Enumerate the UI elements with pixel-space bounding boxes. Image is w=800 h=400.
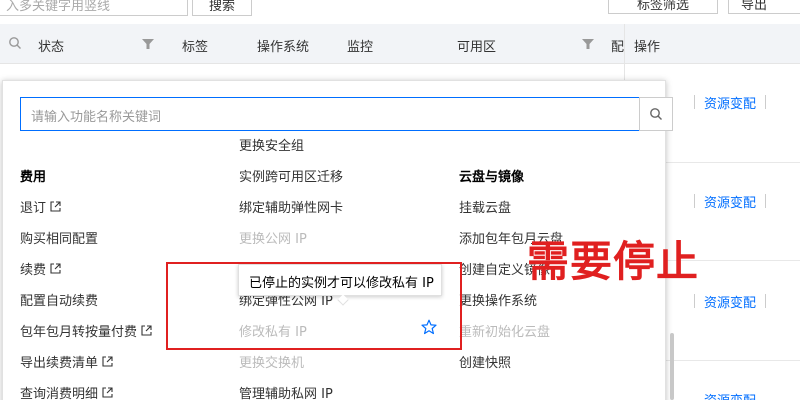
filter-icon[interactable]	[582, 38, 594, 50]
external-link-icon	[50, 201, 61, 212]
change-vswitch-item: 更换交换机	[239, 356, 305, 371]
billing-details-item[interactable]: 查询消费明细	[20, 383, 113, 400]
export-renewal-item[interactable]: 导出续费清单	[20, 352, 113, 371]
external-link-icon	[102, 356, 113, 367]
search-icon[interactable]	[8, 36, 22, 50]
header-tags: 标签	[182, 40, 209, 55]
table-header: 状态 标签 操作系统 监控 可用区 配 操作	[0, 24, 800, 64]
disk-image-heading: 云盘与镜像	[459, 170, 525, 185]
export-button[interactable]: 导出	[728, 0, 800, 14]
item-label: 包年包月转按量付费	[20, 325, 138, 340]
header-actions: 操作	[634, 40, 661, 55]
header-monitor: 监控	[347, 40, 374, 55]
change-os-item[interactable]: 更换操作系统	[459, 290, 537, 309]
renew-item[interactable]: 续费	[20, 259, 61, 278]
resize-link[interactable]: 资源变配	[704, 192, 756, 211]
row-separator	[694, 95, 695, 109]
top-search-input[interactable]: 入多关键字用竖线	[0, 0, 188, 16]
header-config: 配	[611, 40, 625, 55]
header-zone: 可用区	[457, 40, 497, 55]
unsubscribe-item[interactable]: 退订	[20, 197, 61, 216]
row-separator	[765, 95, 766, 109]
bind-secondary-eni-item[interactable]: 绑定辅助弹性网卡	[239, 197, 343, 216]
billing-heading: 费用	[20, 170, 47, 185]
cross-zone-migration-item[interactable]: 实例跨可用区迁移	[239, 166, 343, 185]
buy-same-config-item[interactable]: 购买相同配置	[20, 228, 98, 247]
convert-billing-item[interactable]: 包年包月转按量付费	[20, 321, 152, 340]
change-security-group-item[interactable]: 更换安全组	[239, 135, 304, 154]
external-link-icon	[141, 325, 152, 336]
create-snapshot-item[interactable]: 创建快照	[459, 352, 511, 371]
row-separator	[765, 194, 766, 208]
reinit-disk-item: 重新初始化云盘	[459, 325, 551, 340]
external-link-icon	[50, 263, 61, 274]
item-label: 退订	[20, 201, 47, 216]
external-link-icon	[102, 387, 113, 398]
row-separator	[694, 194, 695, 208]
resize-link[interactable]: 资源变配	[704, 292, 756, 311]
change-public-ip-item: 更换公网 IP	[239, 232, 307, 247]
item-label: 查询消费明细	[20, 387, 99, 400]
item-label: 导出续费清单	[20, 356, 99, 371]
function-search-button[interactable]	[639, 97, 673, 131]
row-separator	[765, 294, 766, 308]
top-bar: 入多关键字用竖线 搜索 标签筛选 导出	[0, 0, 800, 24]
header-os: 操作系统	[257, 40, 310, 55]
top-search-button[interactable]: 搜索	[192, 0, 252, 16]
item-label: 续费	[20, 263, 47, 278]
search-icon	[650, 108, 662, 120]
highlight-box	[166, 262, 462, 350]
row-separator	[694, 294, 695, 308]
manage-secondary-ip-item[interactable]: 管理辅助私网 IP	[239, 383, 333, 400]
header-status: 状态	[38, 40, 65, 55]
annotation-text: 需要停止	[527, 237, 700, 286]
tag-filter-button[interactable]: 标签筛选	[608, 0, 718, 14]
resize-link[interactable]: 资源变配	[704, 93, 756, 112]
panel-scrollbar[interactable]	[670, 333, 674, 400]
auto-renew-item[interactable]: 配置自动续费	[20, 290, 98, 309]
filter-icon[interactable]	[142, 38, 154, 50]
resize-link[interactable]: 资源变配	[704, 390, 756, 400]
function-search-input[interactable]: 请输入功能名称关键词	[20, 97, 640, 131]
attach-disk-item[interactable]: 挂载云盘	[459, 197, 511, 216]
